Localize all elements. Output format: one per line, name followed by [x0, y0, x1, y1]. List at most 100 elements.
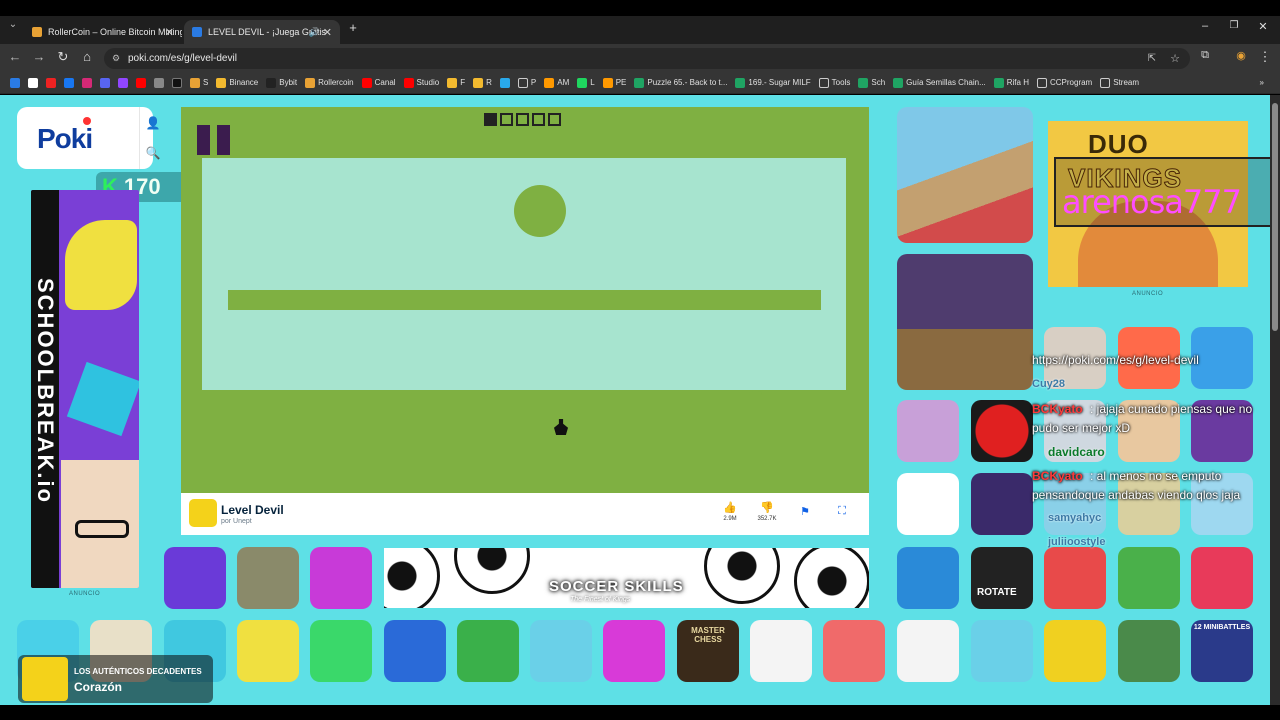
game-tile[interactable]	[971, 400, 1033, 462]
bookmark-item[interactable]: Stream	[1096, 74, 1143, 92]
game-tile[interactable]	[1044, 620, 1106, 682]
tab-level-devil[interactable]: LEVEL DEVIL - ¡Juega Gratis 🔊 ✕	[184, 20, 340, 44]
sheets-icon	[858, 77, 869, 88]
user-icon[interactable]: 👤	[143, 113, 163, 133]
game-tile[interactable]	[897, 400, 959, 462]
game-canvas[interactable]	[181, 107, 869, 493]
game-tile[interactable]	[384, 620, 446, 682]
soccer-skills-banner[interactable]: SOCCER SKILLS The Finest of Kings	[384, 548, 869, 608]
game-tile[interactable]	[823, 620, 885, 682]
bookmark-item[interactable]: Guía Semillas Chain...	[889, 74, 990, 92]
game-tile[interactable]	[237, 620, 299, 682]
bookmark-item[interactable]	[114, 74, 132, 92]
game-tile[interactable]	[897, 620, 959, 682]
game-tile[interactable]	[310, 620, 372, 682]
game-tile[interactable]	[237, 547, 299, 609]
bookmark-item[interactable]	[496, 74, 514, 92]
bookmark-item[interactable]: Puzzle 65.- Back to t...	[630, 74, 731, 92]
bookmark-item[interactable]	[6, 74, 24, 92]
game-tile-chess[interactable]: MASTER CHESS	[677, 620, 739, 682]
bookmark-item[interactable]	[60, 74, 78, 92]
pause-bar	[217, 125, 230, 155]
fullscreen-button[interactable]: ⛶	[827, 505, 857, 518]
bookmark-item[interactable]: PE	[599, 74, 631, 92]
bookmark-item[interactable]: F	[443, 74, 469, 92]
tab-rollercoin[interactable]: RollerCoin – Online Bitcoin Mining ✕	[24, 20, 182, 44]
bookmark-item[interactable]	[168, 74, 186, 92]
bookmark-item[interactable]	[150, 74, 168, 92]
bookmark-item[interactable]: L	[573, 74, 598, 92]
game-tile[interactable]	[1191, 547, 1253, 609]
search-icon[interactable]: 🔍	[143, 143, 163, 163]
bookmark-item[interactable]: R	[469, 74, 496, 92]
home-icon[interactable]: ⌂	[78, 49, 96, 64]
game-tile[interactable]	[530, 620, 592, 682]
bookmark-item[interactable]: Binance	[212, 74, 262, 92]
bookmark-star-icon[interactable]: ☆	[1170, 52, 1180, 65]
close-tab-icon[interactable]: ✕	[323, 26, 332, 39]
restore-window-icon[interactable]: ❐	[1225, 20, 1243, 31]
bookmark-item[interactable]	[78, 74, 96, 92]
pause-button[interactable]	[197, 125, 231, 155]
game-tile[interactable]	[897, 473, 959, 535]
game-tile-rotate[interactable]: ROTATE	[971, 547, 1033, 609]
close-window-icon[interactable]: ✕	[1254, 20, 1272, 33]
bookmark-item[interactable]	[96, 74, 114, 92]
bookmark-item[interactable]: Studio	[400, 74, 444, 92]
page-scrollbar[interactable]	[1270, 95, 1280, 705]
site-settings-icon[interactable]: ⚙	[112, 53, 120, 64]
game-tile[interactable]	[1118, 620, 1180, 682]
audio-playing-icon[interactable]: 🔊	[309, 27, 320, 38]
back-arrow-icon[interactable]: ←	[6, 49, 24, 64]
game-tile[interactable]	[310, 547, 372, 609]
divider	[139, 107, 140, 169]
game-tile[interactable]	[1191, 327, 1253, 389]
bookmark-item[interactable]	[24, 74, 42, 92]
tab-search-icon[interactable]: ⌄	[4, 19, 22, 30]
game-tile-big[interactable]	[897, 107, 1033, 243]
game-tile[interactable]	[457, 620, 519, 682]
game-tile[interactable]	[971, 620, 1033, 682]
address-bar[interactable]: ⚙ poki.com/es/g/level-devil ⇱ ☆	[104, 48, 1190, 69]
extensions-icon[interactable]: ⧉	[1196, 49, 1214, 62]
game-tile[interactable]	[750, 620, 812, 682]
bookmark-item[interactable]: CCProgram	[1033, 74, 1096, 92]
reload-icon[interactable]: ↻	[54, 49, 72, 65]
dislike-button[interactable]: 👎 352.7K	[752, 501, 782, 522]
like-button[interactable]: 👍 2.9M	[715, 501, 745, 522]
ad-label: ANUNCIO	[69, 591, 101, 597]
report-button[interactable]: ⚑	[790, 505, 820, 518]
game-tile-minibattles[interactable]: 12 MINIBATTLES	[1191, 620, 1253, 682]
game-tile[interactable]	[164, 547, 226, 609]
scrollbar-thumb[interactable]	[1272, 103, 1278, 331]
schoolbreak-ad[interactable]: SCHOOLBREAK.io	[31, 190, 139, 588]
game-tile[interactable]	[897, 547, 959, 609]
game-tile-big[interactable]	[897, 254, 1033, 390]
bookmark-item[interactable]: Canal	[358, 74, 400, 92]
bookmark-item[interactable]: S	[186, 74, 212, 92]
ad-art	[66, 361, 139, 437]
bookmark-item[interactable]: Sch	[854, 74, 889, 92]
bookmark-item[interactable]: 169.- Sugar MILF	[731, 74, 814, 92]
game-tile[interactable]	[1118, 547, 1180, 609]
new-tab-plus-icon[interactable]: +	[344, 20, 362, 35]
profile-icon[interactable]: ◉	[1232, 49, 1250, 62]
bookmark-item[interactable]: Bybit	[262, 74, 301, 92]
bookmark-item[interactable]: Rollercoin	[301, 74, 358, 92]
game-tile[interactable]	[971, 473, 1033, 535]
bookmark-item[interactable]: Rifa H	[990, 74, 1033, 92]
game-tile[interactable]	[603, 620, 665, 682]
bookmark-item[interactable]	[132, 74, 150, 92]
more-bookmarks-icon[interactable]: »	[1256, 74, 1268, 92]
bookmark-item[interactable]: P	[514, 74, 540, 92]
bookmark-item[interactable]: Tools	[815, 74, 855, 92]
cast-icon[interactable]: ⇱	[1148, 53, 1156, 64]
bookmark-item[interactable]	[42, 74, 60, 92]
menu-kebab-icon[interactable]: ⋮	[1256, 49, 1274, 65]
forward-arrow-icon[interactable]: →	[30, 49, 48, 64]
game-tile[interactable]	[1044, 547, 1106, 609]
minimize-window-icon[interactable]: –	[1196, 20, 1214, 32]
close-tab-icon[interactable]: ✕	[165, 26, 174, 39]
bookmark-item[interactable]: AM	[540, 74, 573, 92]
poki-logo[interactable]: Poki	[37, 123, 93, 155]
